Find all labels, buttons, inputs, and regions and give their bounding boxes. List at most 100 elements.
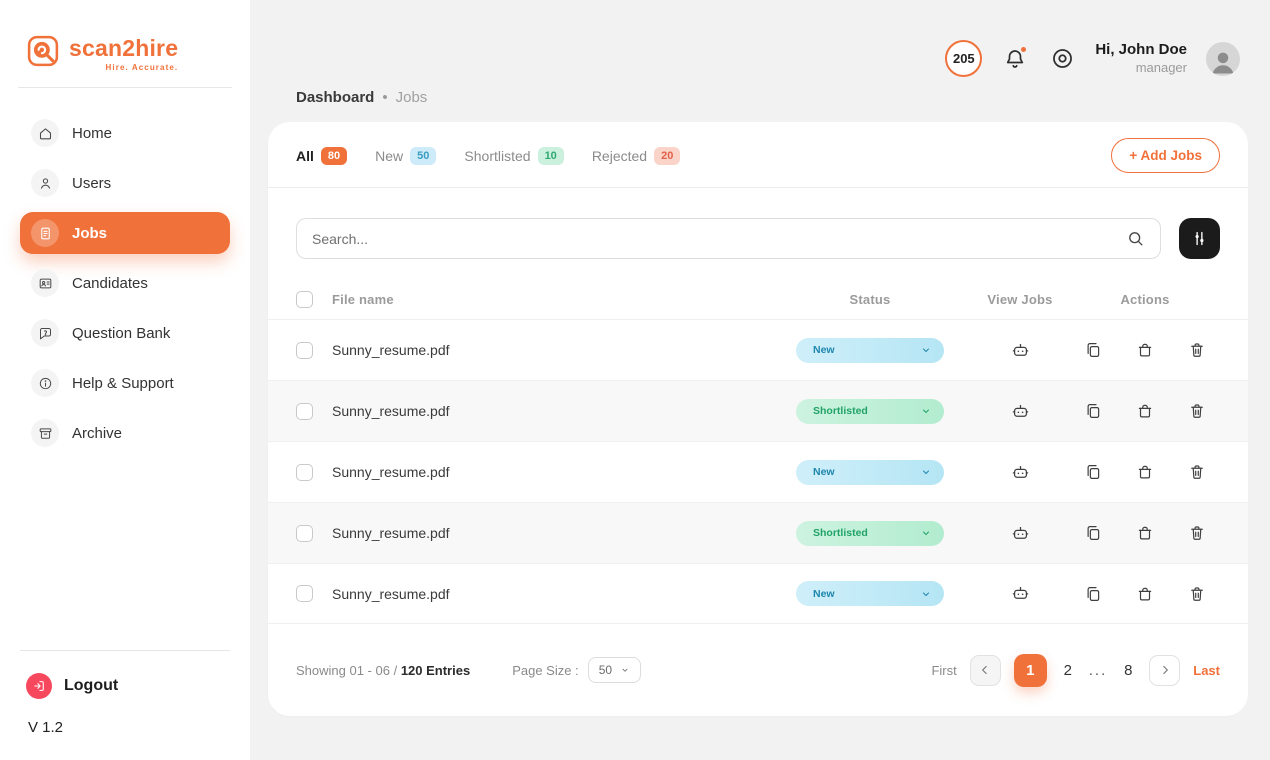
notifications-button[interactable] xyxy=(1001,44,1029,73)
row-checkbox[interactable] xyxy=(296,341,313,359)
archive-button[interactable] xyxy=(1132,337,1158,363)
user-greeting: Hi, John Doe xyxy=(1095,41,1187,58)
status-dropdown[interactable]: Shortlisted xyxy=(796,520,944,546)
table-row: Sunny_resume.pdf New xyxy=(268,441,1248,502)
delete-button[interactable] xyxy=(1184,520,1210,546)
sidebar-item-candidates[interactable]: Candidates xyxy=(20,262,230,304)
brand-logo[interactable]: scan2hire Hire. Accurate. xyxy=(0,0,250,87)
row-checkbox[interactable] xyxy=(296,402,313,420)
copy-button[interactable] xyxy=(1080,459,1106,485)
tab-new[interactable]: New 50 xyxy=(375,146,437,165)
table-header: File name Status View Jobs Actions xyxy=(268,279,1248,319)
status-dropdown[interactable]: New xyxy=(796,581,944,607)
tab-rejected[interactable]: Rejected 20 xyxy=(592,146,681,165)
sidebar-nav: Home Users Jobs Candidates Question Bank… xyxy=(0,88,250,454)
select-all-checkbox[interactable] xyxy=(296,290,313,308)
sidebar-item-jobs[interactable]: Jobs xyxy=(20,212,230,254)
copy-icon xyxy=(1084,341,1102,359)
sidebar-item-question-bank[interactable]: Question Bank xyxy=(20,312,230,354)
file-name: Sunny_resume.pdf xyxy=(332,525,450,542)
archive-button[interactable] xyxy=(1132,398,1158,424)
sidebar-bottom: Logout V 1.2 xyxy=(0,650,250,760)
page-button-8[interactable]: 8 xyxy=(1120,662,1136,679)
sidebar-item-label: Users xyxy=(72,174,112,192)
view-jobs-button[interactable] xyxy=(1007,398,1034,425)
chevron-down-icon xyxy=(920,588,932,600)
search-input[interactable] xyxy=(312,230,1126,247)
breadcrumb-jobs: Jobs xyxy=(395,89,428,106)
sidebar-item-archive[interactable]: Archive xyxy=(20,412,230,454)
sidebar: scan2hire Hire. Accurate. Home Users Job… xyxy=(0,0,250,760)
next-page-button[interactable] xyxy=(1149,654,1181,686)
bot-icon xyxy=(1011,524,1030,543)
tab-all-count: 80 xyxy=(320,146,348,165)
tab-rejected-count: 20 xyxy=(654,146,681,165)
bot-icon xyxy=(1011,463,1030,482)
sidebar-item-home[interactable]: Home xyxy=(20,112,230,154)
delete-button[interactable] xyxy=(1184,398,1210,424)
copy-button[interactable] xyxy=(1080,337,1106,363)
copy-button[interactable] xyxy=(1080,581,1106,607)
chevron-down-icon xyxy=(620,665,630,675)
tab-all[interactable]: All 80 xyxy=(296,146,348,165)
status-dropdown[interactable]: New xyxy=(796,337,944,363)
archive-button[interactable] xyxy=(1132,581,1158,607)
table-footer: Showing 01 - 06 / 120 Entries Page Size … xyxy=(268,624,1248,716)
prev-page-button[interactable] xyxy=(969,654,1001,686)
page-button-2[interactable]: 2 xyxy=(1060,662,1076,679)
column-file-name: File name xyxy=(332,291,394,307)
settings-button[interactable] xyxy=(1048,45,1076,73)
copy-button[interactable] xyxy=(1080,398,1106,424)
filter-button[interactable] xyxy=(1179,218,1220,259)
delete-button[interactable] xyxy=(1184,581,1210,607)
archive-button[interactable] xyxy=(1132,520,1158,546)
sidebar-bottom-divider xyxy=(20,650,230,651)
archive-box-icon xyxy=(1136,524,1154,542)
row-checkbox[interactable] xyxy=(296,585,313,603)
view-jobs-button[interactable] xyxy=(1007,580,1034,607)
logout-button[interactable]: Logout xyxy=(20,673,230,699)
logout-label: Logout xyxy=(64,677,119,694)
chevron-left-icon xyxy=(978,663,992,677)
avatar-person-icon xyxy=(1208,46,1238,76)
archive-button[interactable] xyxy=(1132,459,1158,485)
status-dropdown[interactable]: Shortlisted xyxy=(796,398,944,424)
column-view-jobs: View Jobs xyxy=(987,291,1053,307)
status-dropdown[interactable]: New xyxy=(796,459,944,485)
settings-icon xyxy=(1050,46,1075,71)
trash-icon xyxy=(1188,341,1206,359)
delete-button[interactable] xyxy=(1184,337,1210,363)
sidebar-item-users[interactable]: Users xyxy=(20,162,230,204)
topbar: Dashboard • Jobs 205 Hi, John Doe manage… xyxy=(268,0,1248,122)
copy-button[interactable] xyxy=(1080,520,1106,546)
avatar[interactable] xyxy=(1206,41,1240,76)
first-page-link[interactable]: First xyxy=(931,663,956,678)
tab-shortlisted[interactable]: Shortlisted 10 xyxy=(464,146,564,165)
bot-icon xyxy=(1011,341,1030,360)
search-icon[interactable] xyxy=(1126,229,1145,248)
credits-badge[interactable]: 205 xyxy=(945,40,983,77)
view-jobs-button[interactable] xyxy=(1007,459,1034,486)
breadcrumb-dashboard[interactable]: Dashboard xyxy=(296,89,374,106)
archive-box-icon xyxy=(1136,402,1154,420)
logout-icon xyxy=(26,673,52,699)
question-bank-icon xyxy=(31,319,59,347)
page-button-1[interactable]: 1 xyxy=(1013,653,1047,687)
copy-icon xyxy=(1084,463,1102,481)
table-row: Sunny_resume.pdf Shortlisted xyxy=(268,502,1248,564)
last-page-link[interactable]: Last xyxy=(1193,663,1220,678)
bot-icon xyxy=(1011,402,1030,421)
status-value: New xyxy=(813,587,835,600)
row-checkbox[interactable] xyxy=(296,463,313,481)
add-jobs-button[interactable]: + Add Jobs xyxy=(1111,138,1220,173)
sidebar-item-help-support[interactable]: Help & Support xyxy=(20,362,230,404)
delete-button[interactable] xyxy=(1184,459,1210,485)
row-checkbox[interactable] xyxy=(296,524,313,542)
scan2hire-logo-icon xyxy=(26,34,60,73)
view-jobs-button[interactable] xyxy=(1007,337,1034,364)
page-size-select[interactable]: 50 xyxy=(587,657,642,684)
view-jobs-button[interactable] xyxy=(1007,520,1034,547)
topbar-actions: 205 Hi, John Doe manager xyxy=(945,40,1240,77)
bot-icon xyxy=(1011,584,1030,603)
tabs-row: All 80 New 50 Shortlisted 10 Rejected 20 xyxy=(268,122,1248,188)
